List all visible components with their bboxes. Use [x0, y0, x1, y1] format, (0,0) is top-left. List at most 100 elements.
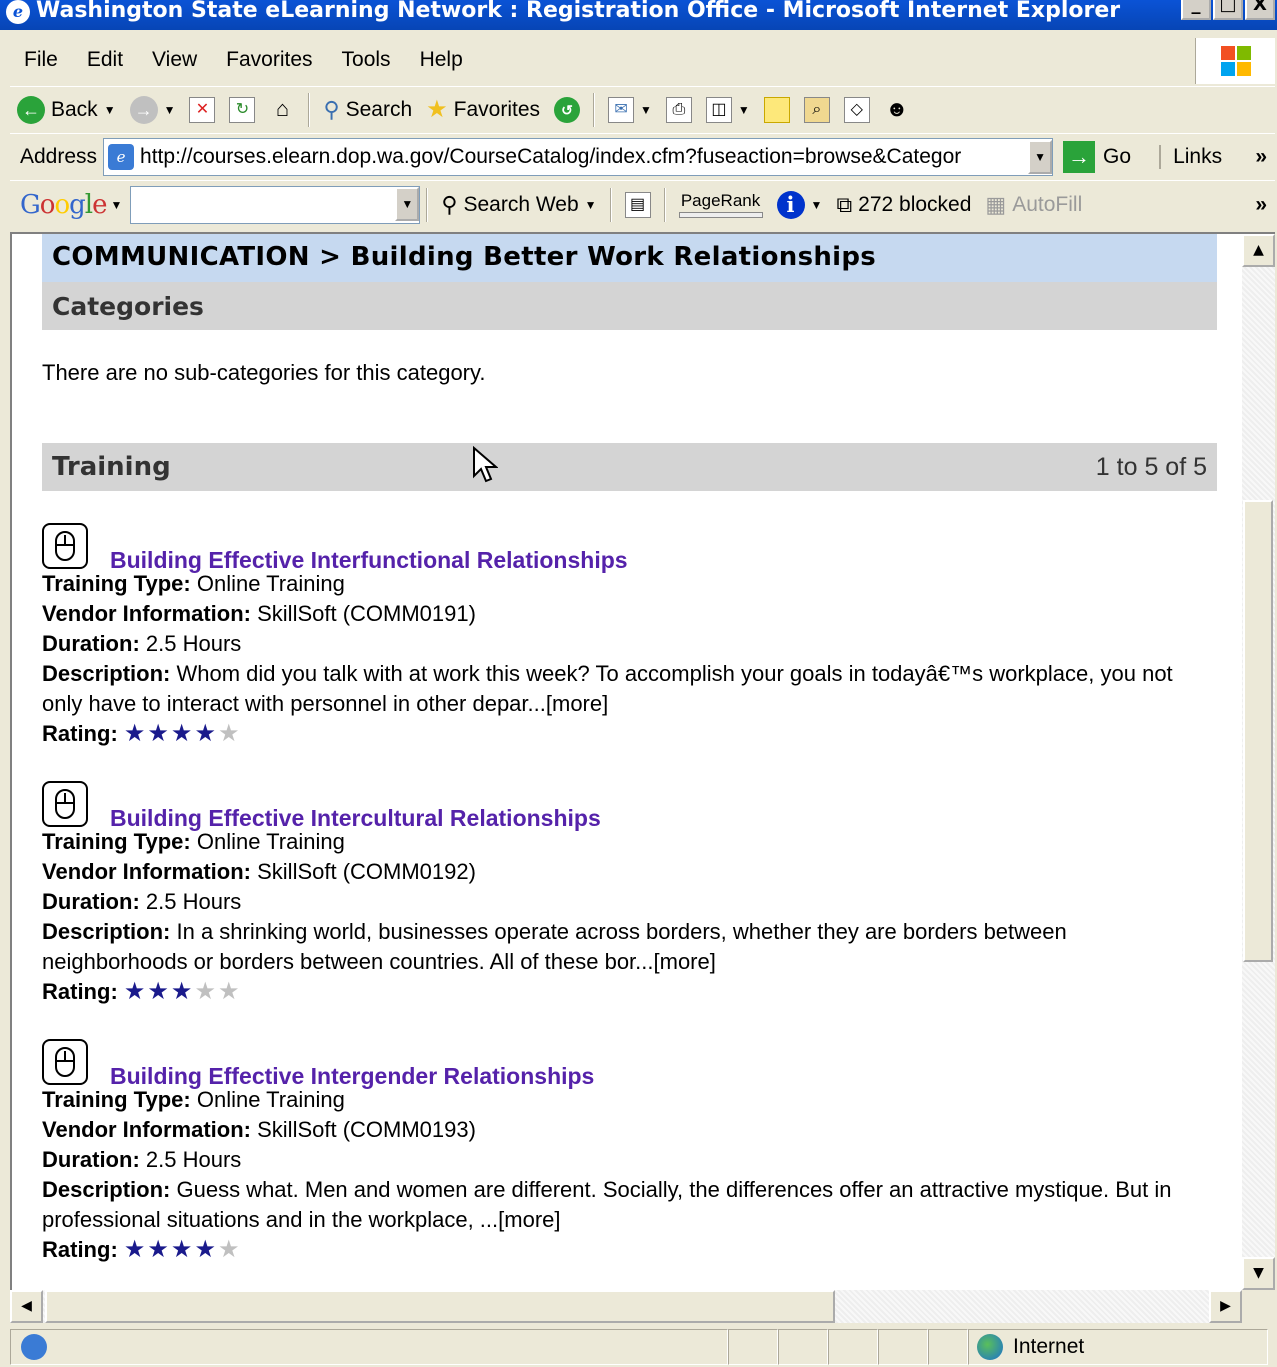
more-link[interactable]: [more] [654, 949, 716, 974]
autofill-icon: ▦ [985, 191, 1007, 217]
maximize-button[interactable]: □ [1213, 0, 1243, 20]
links-chevron-icon[interactable]: » [1255, 145, 1275, 169]
menu-favorites[interactable]: Favorites [212, 48, 327, 72]
messenger-button[interactable]: ☻ [877, 90, 917, 130]
stop-button[interactable]: ✕ [182, 90, 222, 130]
search-web-button[interactable]: ⚲ Search Web ▼ [434, 185, 603, 225]
categories-heading: Categories [42, 282, 1217, 330]
autofill-button[interactable]: ▦ AutoFill [978, 185, 1089, 225]
google-menu-dropdown-icon[interactable]: ▼ [110, 198, 122, 212]
status-cell-blank [878, 1328, 928, 1365]
security-zone: Internet [968, 1328, 1268, 1365]
google-search-input[interactable]: ▼ [130, 185, 421, 224]
course-duration: 2.5 Hours [145, 889, 242, 914]
no-subcategories-text: There are no sub-categories for this cat… [42, 360, 486, 385]
course-rating-row: Rating: ★★★★★ [42, 977, 1217, 1007]
menu-tools[interactable]: Tools [328, 48, 406, 72]
course-list: Building Effective Interfunctional Relat… [42, 521, 1217, 1265]
menu-file[interactable]: File [10, 48, 73, 72]
address-input[interactable]: e http://courses.elearn.dop.wa.gov/Cours… [103, 137, 1054, 176]
rating-stars: ★★★★★ [124, 1236, 242, 1263]
back-arrow-icon: ← [17, 95, 45, 124]
note-icon [763, 96, 790, 123]
status-cell-blank [728, 1328, 778, 1365]
favorites-label: Favorites [453, 97, 541, 121]
course-description-row: Description: Whom did you talk with at w… [42, 659, 1217, 719]
address-dropdown-button[interactable]: ▼ [1028, 139, 1053, 174]
edit-page-icon: ◫ [705, 96, 732, 123]
star-filled-icon: ★ [170, 978, 195, 1005]
scroll-up-button[interactable]: ▲ [1242, 234, 1275, 267]
print-button[interactable]: ⎙ [659, 90, 699, 130]
star-filled-icon: ★ [123, 978, 148, 1005]
popup-blocker-button[interactable]: ⧉ 272 blocked [829, 185, 978, 225]
print-icon: ⎙ [665, 96, 692, 123]
scroll-down-button[interactable]: ▼ [1242, 1257, 1275, 1290]
star-empty-icon: ★ [217, 720, 242, 747]
duration-label: Duration: [42, 889, 140, 914]
discuss-button[interactable] [757, 90, 797, 130]
star-filled-icon: ★ [147, 978, 171, 1005]
training-header: Training 1 to 5 of 5 [42, 443, 1217, 491]
search-button[interactable]: ⚲ Search [316, 90, 419, 130]
pagerank-indicator[interactable]: PageRank [672, 185, 770, 225]
scroll-right-button[interactable]: ▶ [1209, 1290, 1242, 1323]
popup-blocker-icon: ⧉ [836, 191, 853, 217]
rating-label: Rating: [42, 721, 118, 746]
search-web-dropdown-icon[interactable]: ▼ [585, 198, 597, 212]
forward-dropdown-icon[interactable]: ▼ [164, 103, 176, 117]
page-content: COMMUNICATION > Building Better Work Rel… [42, 234, 1217, 1265]
google-toolbar-chevron-icon[interactable]: » [1255, 193, 1275, 217]
pagerank-bar [678, 211, 763, 218]
description-label: Description: [42, 661, 171, 686]
address-url[interactable]: http://courses.elearn.dop.wa.gov/CourseC… [140, 145, 1028, 169]
star-filled-icon: ★ [170, 1236, 195, 1263]
scroll-left-button[interactable]: ◀ [10, 1290, 43, 1323]
mail-button[interactable]: ✉ ▼ [601, 90, 659, 130]
vertical-scrollbar[interactable]: ▲ ▼ [1242, 232, 1275, 1290]
more-link[interactable]: [more] [498, 1207, 560, 1232]
favorites-button[interactable]: ★ Favorites [419, 90, 547, 130]
blocked-label: 272 blocked [858, 192, 972, 216]
menu-edit[interactable]: Edit [73, 48, 138, 72]
toolbar-separator [426, 187, 429, 222]
page-info-button[interactable]: i ▼ [770, 185, 830, 225]
horizontal-scroll-thumb[interactable] [45, 1290, 835, 1323]
back-dropdown-icon[interactable]: ▼ [104, 103, 116, 117]
course-header: Building Effective Intercultural Relatio… [42, 779, 1217, 831]
edit-button[interactable]: ◫ ▼ [699, 90, 757, 130]
research-button[interactable]: ⌕ [797, 90, 837, 130]
info-icon: i [776, 190, 805, 219]
edit-dropdown-icon[interactable]: ▼ [738, 103, 750, 117]
back-button[interactable]: ← Back ▼ [10, 90, 123, 130]
course-duration: 2.5 Hours [145, 1147, 242, 1172]
horizontal-scrollbar[interactable]: ◀ ▶ [10, 1290, 1242, 1323]
menu-view[interactable]: View [138, 48, 212, 72]
news-button[interactable]: ▤ [618, 185, 658, 225]
refresh-button[interactable]: ↻ [222, 90, 262, 130]
history-button[interactable]: ↺ [547, 90, 587, 130]
menu-help[interactable]: Help [406, 48, 478, 72]
course-vendor: SkillSoft (COMM0193) [257, 1117, 476, 1142]
google-search-dropdown-button[interactable]: ▼ [395, 186, 420, 221]
minimize-button[interactable]: _ [1181, 0, 1211, 20]
star-filled-icon: ★ [194, 1236, 218, 1263]
fullscreen-button[interactable]: ◇ [837, 90, 877, 130]
page-info-dropdown-icon[interactable]: ▼ [811, 198, 823, 212]
course-type-row: Training Type: Online Training [42, 1085, 1217, 1115]
course-header: Building Effective Interfunctional Relat… [42, 521, 1217, 573]
google-logo[interactable]: Google [10, 190, 110, 220]
messenger-icon: ☻ [885, 95, 909, 121]
mail-icon: ✉ [608, 96, 635, 123]
star-filled-icon: ★ [147, 1236, 171, 1263]
description-label: Description: [42, 1177, 171, 1202]
forward-button[interactable]: → ▼ [123, 90, 183, 130]
links-button[interactable]: Links [1159, 144, 1222, 169]
vertical-scroll-thumb[interactable] [1243, 500, 1273, 962]
go-button[interactable]: → Go [1063, 140, 1131, 173]
more-link[interactable]: [more] [546, 691, 608, 716]
window-controls: _ □ X [1181, 0, 1275, 20]
mail-dropdown-icon[interactable]: ▼ [640, 103, 652, 117]
home-button[interactable]: ⌂ [262, 90, 302, 130]
close-button[interactable]: X [1245, 0, 1275, 20]
